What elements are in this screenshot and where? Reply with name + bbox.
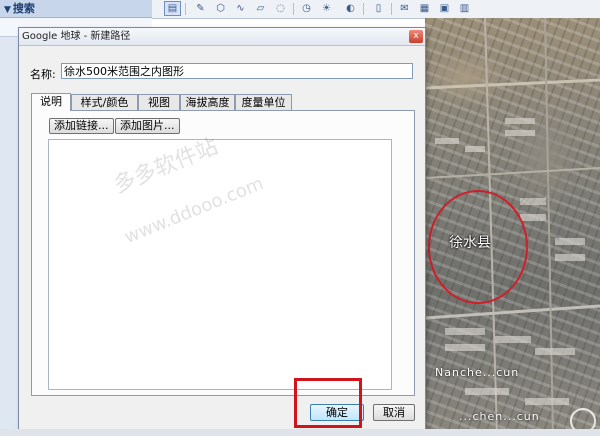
name-label: 名称:: [30, 68, 56, 81]
toolbar-separator: [293, 3, 294, 15]
description-tab-panel: 添加链接... 添加图片...: [31, 110, 415, 396]
dialog-title: Google 地球 - 新建路径: [22, 31, 131, 42]
overlay-icon[interactable]: ▱: [252, 1, 269, 16]
path-icon[interactable]: ∿: [232, 1, 249, 16]
tab-description[interactable]: 说明: [31, 93, 71, 111]
highlight-box: [294, 378, 362, 428]
map-view[interactable]: 徐水县 Nanche...cun ...chen...cun: [425, 18, 600, 436]
add-image-button[interactable]: 添加图片...: [115, 118, 180, 134]
tab-altitude[interactable]: 海拔高度: [180, 94, 235, 110]
map-place-label[interactable]: ...chen...cun: [459, 410, 540, 423]
search-panel-header[interactable]: ▼ 搜索: [0, 0, 152, 18]
name-input[interactable]: [61, 63, 413, 79]
tab-view[interactable]: 视图: [138, 94, 180, 110]
ruler-icon[interactable]: ▯: [370, 1, 387, 16]
sidebar-toggle-icon[interactable]: ▤: [164, 1, 181, 16]
email-icon[interactable]: ✉: [396, 1, 413, 16]
sun-icon[interactable]: ☀: [318, 1, 335, 16]
print-icon[interactable]: ▦: [416, 1, 433, 16]
tab-style-color[interactable]: 样式/颜色: [71, 94, 138, 110]
collapse-arrow-icon[interactable]: ▼: [4, 5, 11, 15]
map-place-label[interactable]: 徐水县: [449, 232, 491, 252]
main-toolbar: ▤ ✎ ⬡ ∿ ▱ ◌ ◷ ☀ ◐ ▯ ✉ ▦ ▣ ▥: [152, 0, 600, 19]
toolbar-separator: [391, 3, 392, 15]
tour-icon[interactable]: ◌: [272, 1, 289, 16]
search-header-label: 搜索: [12, 2, 35, 15]
cancel-button[interactable]: 取消: [373, 404, 415, 421]
planet-icon[interactable]: ◐: [342, 1, 359, 16]
status-strip: [0, 429, 600, 436]
toolbar-separator: [185, 3, 186, 15]
maps-icon[interactable]: ▥: [456, 1, 473, 16]
tab-measurements[interactable]: 度量单位: [235, 94, 292, 110]
history-icon[interactable]: ◷: [298, 1, 315, 16]
map-place-label[interactable]: Nanche...cun: [435, 366, 519, 379]
description-textarea[interactable]: [48, 139, 392, 390]
add-link-button[interactable]: 添加链接...: [49, 118, 114, 134]
save-image-icon[interactable]: ▣: [436, 1, 453, 16]
close-icon[interactable]: x: [409, 30, 423, 43]
toolbar-separator: [363, 3, 364, 15]
new-path-dialog: Google 地球 - 新建路径 x 名称: 说明 样式/颜色 视图 海拔高度 …: [18, 27, 426, 436]
polygon-icon[interactable]: ⬡: [212, 1, 229, 16]
placemark-icon[interactable]: ✎: [192, 1, 209, 16]
dialog-titlebar[interactable]: Google 地球 - 新建路径 x: [19, 28, 425, 46]
